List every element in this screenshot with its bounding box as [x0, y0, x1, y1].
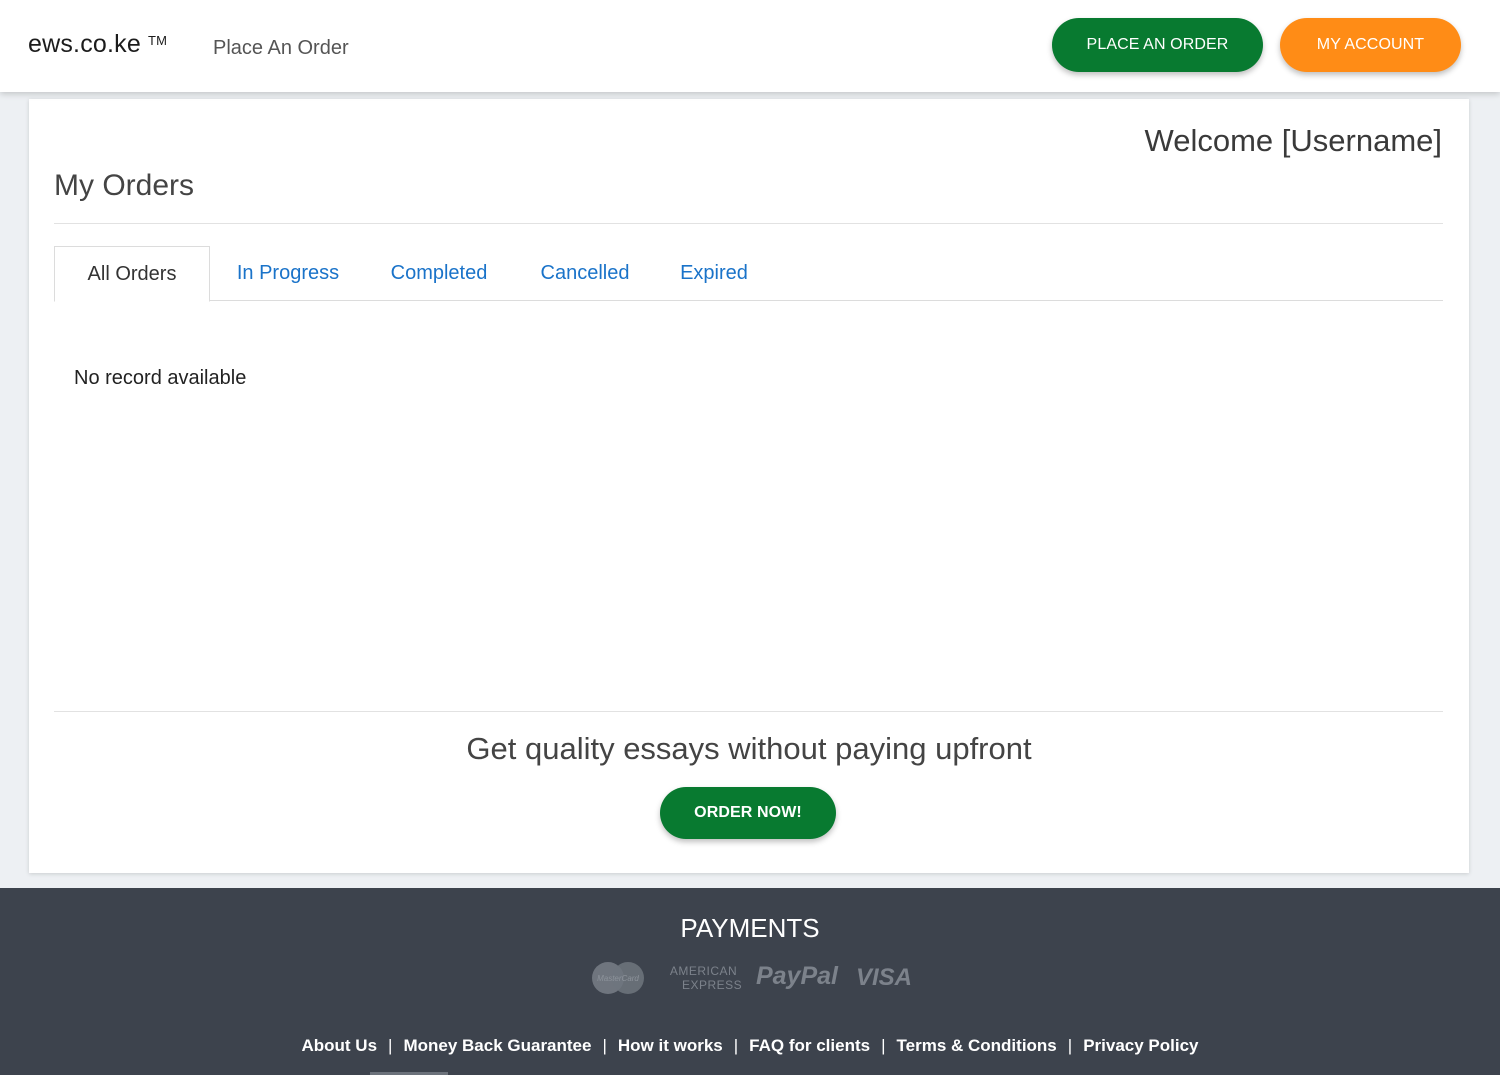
divider — [54, 223, 1443, 224]
paypal-logo: PayPal — [756, 962, 839, 990]
amex-logo: AMERICAN EXPRESS — [666, 964, 743, 992]
nav-place-order-link[interactable]: Place An Order — [213, 37, 349, 60]
footer-link-how-it-works[interactable]: How it works — [618, 1036, 723, 1055]
footer-link-privacy-policy[interactable]: Privacy Policy — [1083, 1036, 1198, 1055]
mastercard-wordmark: MasterCard — [597, 974, 639, 983]
amex-line-1: AMERICAN — [669, 964, 738, 978]
separator: | — [733, 1036, 739, 1055]
separator: | — [602, 1036, 607, 1055]
empty-state-message: No record available — [74, 367, 247, 389]
payments-heading: PAYMENTS — [680, 913, 820, 943]
tab-expired[interactable]: Expired — [668, 246, 760, 301]
promo-text: Get quality essays without paying upfron… — [466, 731, 1032, 766]
brand-logo[interactable]: ews.co.ke TM — [28, 30, 167, 59]
brand-name: ews.co.ke — [28, 30, 141, 58]
tab-completed[interactable]: Completed — [376, 246, 502, 301]
site-footer: PAYMENTS MasterCard AMERICAN EXPRESS Pay… — [0, 888, 1500, 1075]
footer-link-terms[interactable]: Terms & Conditions — [897, 1036, 1057, 1055]
separator: | — [388, 1036, 393, 1055]
footer-links: About Us | Money Back Guarantee | How it wor… — [0, 1036, 1500, 1056]
my-account-button[interactable]: MY ACCOUNT — [1280, 18, 1461, 72]
footer-link-money-back-guarantee[interactable]: Money Back Guarantee — [403, 1036, 591, 1055]
order-now-button[interactable]: ORDER NOW! — [660, 787, 836, 839]
separator: | — [881, 1036, 886, 1055]
footer-link-faq[interactable]: FAQ for clients — [749, 1036, 870, 1055]
orders-card: Welcome [Username] My Orders All Orders … — [29, 99, 1469, 873]
site-header: ews.co.ke TM Place An Order PLACE AN ORDE… — [0, 0, 1500, 92]
tab-in-progress[interactable]: In Progress — [225, 246, 351, 301]
divider — [54, 711, 1443, 712]
visa-logo: VISA — [856, 964, 913, 991]
mastercard-logo: MasterCard — [592, 962, 644, 994]
amex-line-2: EXPRESS — [682, 978, 743, 992]
trademark-mark: TM — [147, 33, 168, 48]
welcome-message: Welcome [Username] — [1144, 123, 1442, 158]
order-status-tabs: All Orders In Progress Completed Cancell… — [54, 246, 1443, 302]
separator: | — [1067, 1036, 1073, 1055]
page-title: My Orders — [54, 169, 195, 202]
place-order-button[interactable]: PLACE AN ORDER — [1052, 18, 1263, 72]
tab-all-orders[interactable]: All Orders — [54, 246, 210, 302]
footer-link-about-us[interactable]: About Us — [301, 1036, 377, 1055]
tab-cancelled[interactable]: Cancelled — [528, 246, 642, 301]
payment-logos: MasterCard AMERICAN EXPRESS PayPal VISA — [588, 960, 918, 996]
